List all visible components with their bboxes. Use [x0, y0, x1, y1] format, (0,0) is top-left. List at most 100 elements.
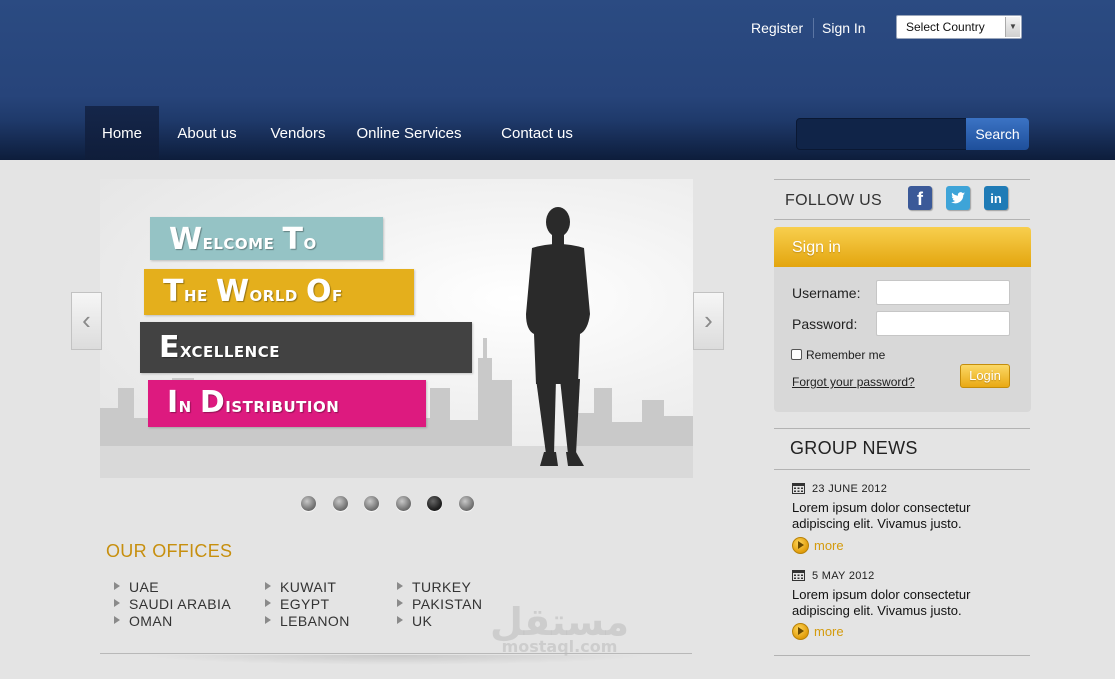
username-label: Username: [792, 285, 861, 301]
remember-me-label: Remember me [806, 348, 886, 362]
divider [774, 655, 1030, 656]
news-more-link[interactable]: more [814, 538, 844, 553]
search-input[interactable] [796, 118, 968, 150]
nav-online-services[interactable]: Online Services [350, 106, 468, 160]
bullet-arrow-icon [397, 599, 403, 607]
chevron-right-icon: › [704, 305, 713, 335]
banner-excellence: Excellence [140, 322, 472, 373]
office-item: PAKISTAN [397, 596, 482, 612]
bullet-arrow-icon [114, 616, 120, 624]
divider [774, 219, 1030, 220]
office-name: EGYPT [280, 596, 330, 612]
office-name: UK [412, 613, 433, 629]
news-more-link[interactable]: more [814, 624, 844, 639]
divider-shadow [140, 655, 650, 665]
username-field[interactable] [876, 280, 1010, 305]
news-text: Lorem ipsum dolor consectetur adipiscing… [792, 587, 971, 618]
news-date: 5 MAY 2012 [812, 570, 875, 582]
password-field[interactable] [876, 311, 1010, 336]
nav-contact-us[interactable]: Contact us [494, 106, 580, 160]
forgot-password-link[interactable]: Forgot your password? [792, 375, 915, 389]
banner-world: The World Of [144, 269, 414, 315]
linkedin-icon[interactable]: in [984, 186, 1008, 210]
slider-next-button[interactable]: › [693, 292, 724, 350]
site-header: Register Sign In Select Country ▼ Home A… [0, 0, 1115, 160]
slider-dot[interactable] [396, 496, 411, 511]
office-name: PAKISTAN [412, 596, 483, 612]
office-name: UAE [129, 579, 159, 595]
slider-dot[interactable] [333, 496, 348, 511]
office-name: LEBANON [280, 613, 350, 629]
watermark: مستقل mostaql.com [490, 603, 629, 655]
chevron-down-icon: ▼ [1005, 17, 1020, 37]
banner-text: xcellence [180, 338, 280, 363]
hero-slider: Welcome To The World Of Excellence In Di… [100, 179, 693, 478]
office-name: KUWAIT [280, 579, 337, 595]
bullet-arrow-icon [265, 599, 271, 607]
header-divider [813, 18, 814, 38]
banner-text: f [332, 282, 343, 307]
divider [100, 653, 692, 654]
offices-title: OUR OFFICES [106, 541, 233, 561]
banner-text: istribution [225, 393, 340, 418]
businessman-silhouette-image [526, 207, 590, 466]
follow-us-title: FOLLOW US [785, 192, 882, 209]
banner-text: n [178, 393, 200, 418]
office-name: SAUDI ARABIA [129, 596, 232, 612]
nav-vendors[interactable]: Vendors [262, 106, 334, 160]
bullet-arrow-icon [114, 582, 120, 590]
country-select[interactable]: Select Country ▼ [896, 15, 1022, 39]
bullet-arrow-icon [265, 616, 271, 624]
signin-link[interactable]: Sign In [822, 20, 866, 36]
banner-text: o [303, 230, 317, 255]
bullet-arrow-icon [114, 599, 120, 607]
office-item: EGYPT [265, 596, 329, 612]
divider [774, 469, 1030, 470]
news-text: Lorem ipsum dolor consectetur adipiscing… [792, 500, 971, 531]
signin-panel-title: Sign in [774, 227, 1031, 267]
banner-text: elcome [202, 230, 283, 255]
office-item: OMAN [114, 613, 173, 629]
banner-text: D [199, 385, 226, 420]
office-name: TURKEY [412, 579, 472, 595]
watermark-arabic: مستقل [490, 600, 629, 644]
slider-prev-button[interactable]: ‹ [71, 292, 102, 350]
bullet-arrow-icon [397, 582, 403, 590]
banner-text: T [163, 274, 184, 309]
office-name: OMAN [129, 613, 173, 629]
bullet-arrow-icon [397, 616, 403, 624]
search-button[interactable]: Search [966, 118, 1029, 150]
office-item: SAUDI ARABIA [114, 596, 231, 612]
chevron-left-icon: ‹ [82, 305, 91, 335]
calendar-icon [792, 570, 805, 581]
banner-text: orld [249, 282, 307, 307]
office-item: LEBANON [265, 613, 350, 629]
banner-text: W [169, 222, 203, 257]
group-news-title: GROUP NEWS [790, 438, 918, 458]
country-select-value: Select Country [906, 20, 985, 34]
banner-text: W [215, 274, 250, 309]
banner-welcome: Welcome To [150, 217, 383, 260]
register-link[interactable]: Register [751, 20, 803, 36]
slider-dot[interactable] [427, 496, 442, 511]
bullet-arrow-icon [265, 582, 271, 590]
divider [774, 179, 1030, 180]
news-date: 23 JUNE 2012 [812, 483, 888, 495]
nav-about-us[interactable]: About us [170, 106, 244, 160]
slider-dot[interactable] [459, 496, 474, 511]
calendar-icon [792, 483, 805, 494]
login-button[interactable]: Login [960, 364, 1010, 388]
remember-me-checkbox[interactable] [791, 349, 802, 360]
nav-home[interactable]: Home [85, 106, 159, 160]
office-item: UK [397, 613, 432, 629]
divider [774, 428, 1030, 429]
twitter-bird-glyph [951, 192, 965, 204]
play-arrow-icon[interactable] [792, 537, 809, 554]
facebook-icon[interactable]: f [908, 186, 932, 210]
password-label: Password: [792, 316, 858, 332]
slider-dot[interactable] [364, 496, 379, 511]
banner-text: he [183, 282, 216, 307]
play-arrow-icon[interactable] [792, 623, 809, 640]
twitter-icon[interactable] [946, 186, 970, 210]
slider-dot[interactable] [301, 496, 316, 511]
